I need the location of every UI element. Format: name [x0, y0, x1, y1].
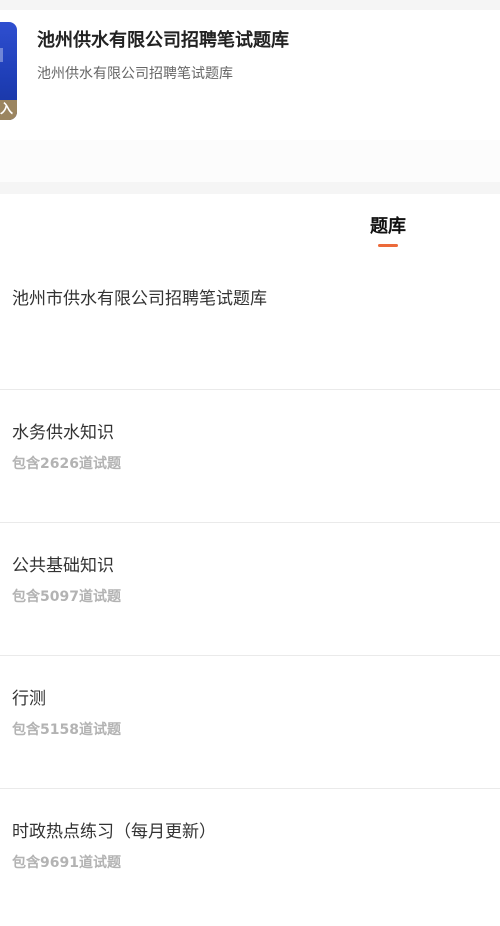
section-question-count: 包含5158道试题 [12, 722, 121, 738]
course-cover-image: 入 [0, 22, 17, 120]
top-strip [0, 0, 500, 10]
course-title: 池州供水有限公司招聘笔试题库 [37, 30, 289, 51]
section-name: 水务供水知识 [12, 423, 114, 443]
question-bank-title: 池州市供水有限公司招聘笔试题库 [12, 289, 267, 309]
section-name: 公共基础知识 [12, 556, 114, 576]
list-item[interactable]: 公共基础知识 包含5097道试题 [0, 522, 500, 655]
cover-band-text: 入 [0, 100, 17, 120]
section-question-count: 包含5097道试题 [12, 589, 121, 605]
course-subtitle: 池州供水有限公司招聘笔试题库 [37, 66, 233, 82]
section-list: 水务供水知识 包含2626道试题 公共基础知识 包含5097道试题 行测 包含5… [0, 389, 500, 921]
section-question-count: 包含9691道试题 [12, 855, 121, 871]
list-item[interactable]: 水务供水知识 包含2626道试题 [0, 389, 500, 522]
section-name: 行测 [12, 689, 46, 709]
section-question-count: 包含2626道试题 [12, 456, 121, 472]
tab-bar: 题库 [0, 194, 500, 250]
cover-decoration [0, 48, 3, 62]
tab-question-bank[interactable]: 题库 [358, 212, 418, 247]
list-item[interactable]: 时政热点练习（每月更新） 包含9691道试题 [0, 788, 500, 921]
tab-label: 题库 [370, 216, 406, 237]
spacer [0, 140, 500, 182]
list-item[interactable]: 行测 包含5158道试题 [0, 655, 500, 788]
tab-active-indicator [378, 244, 398, 247]
course-header-card[interactable]: 入 池州供水有限公司招聘笔试题库 池州供水有限公司招聘笔试题库 [0, 10, 500, 140]
section-divider [0, 182, 500, 194]
section-name: 时政热点练习（每月更新） [12, 822, 216, 842]
